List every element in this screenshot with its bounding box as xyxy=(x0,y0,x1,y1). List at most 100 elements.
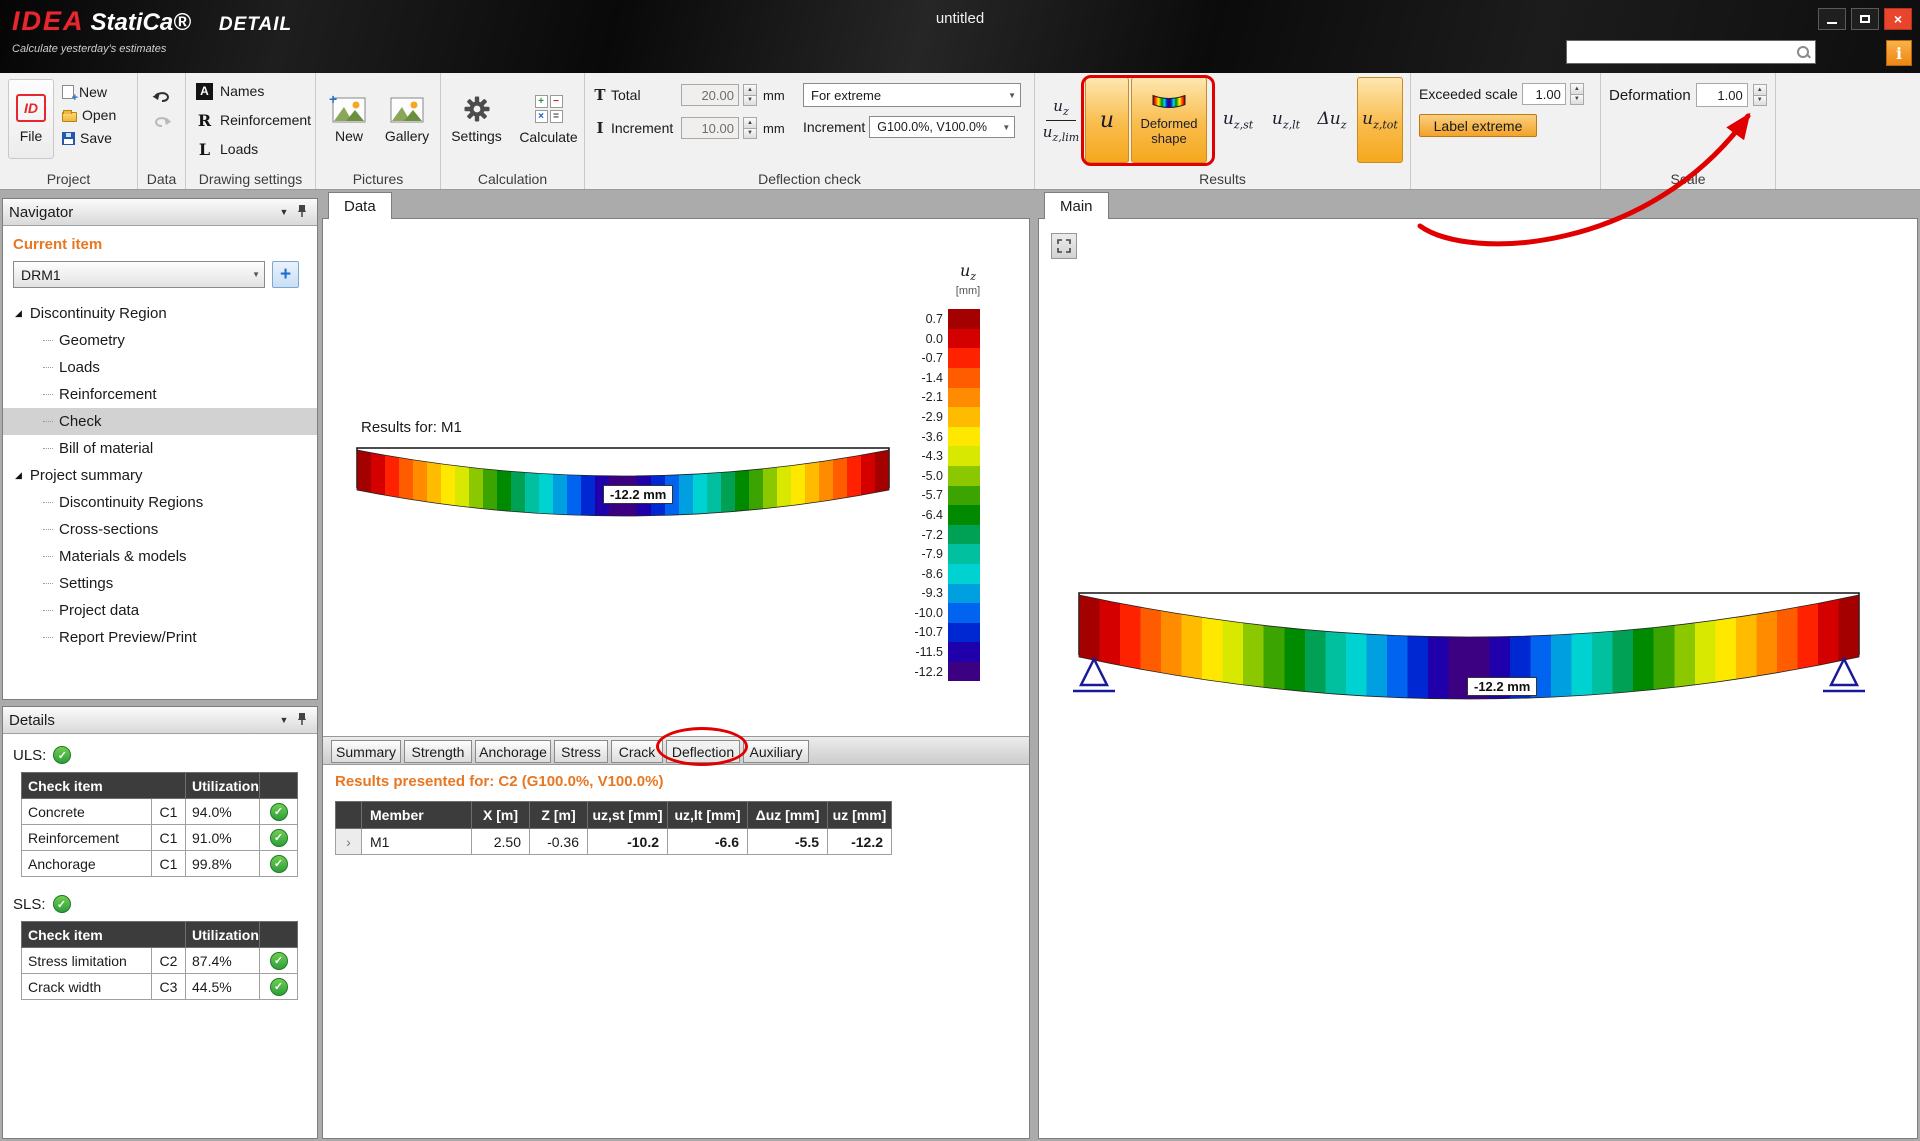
check-row[interactable]: Crack widthC344.5%✓ xyxy=(22,974,298,1000)
tab-crack[interactable]: Crack xyxy=(611,740,663,763)
search-input[interactable] xyxy=(1567,42,1795,62)
collapse-icon[interactable]: ▼ xyxy=(275,715,293,725)
nav-item-settings[interactable]: Settings xyxy=(3,570,317,597)
legend-entry: 0.7 xyxy=(898,309,1008,329)
tab-data[interactable]: Data xyxy=(328,192,392,219)
redo-button[interactable] xyxy=(152,114,172,131)
tab-auxiliary[interactable]: Auxiliary xyxy=(743,740,809,763)
legend-swatch xyxy=(948,486,980,506)
uztot-button[interactable]: uz,tot xyxy=(1357,77,1403,163)
close-button[interactable]: × xyxy=(1884,8,1912,30)
tree-guide xyxy=(43,421,53,422)
u-deflection-button[interactable]: u xyxy=(1085,77,1129,163)
increment-combo[interactable]: G100.0%, V100.0% ▼ xyxy=(869,116,1015,138)
group-label-deflection-check: Deflection check xyxy=(585,171,1034,187)
nav-item-cross-sections[interactable]: Cross-sections xyxy=(3,516,317,543)
total-spinner[interactable]: ▲▼ xyxy=(743,84,757,106)
data-canvas[interactable]: uz [mm] 0.70.0-0.7-1.4-2.1-2.9-3.6-4.3-5… xyxy=(323,219,1029,736)
maximize-button[interactable] xyxy=(1851,8,1879,30)
check-row[interactable]: ConcreteC194.0%✓ xyxy=(22,799,298,825)
ribbon-group-drawing-settings: ANames RReinforcement LLoads Drawing set… xyxy=(186,73,316,189)
result-row[interactable]: ›M12.50-0.36-10.2-6.6-5.5-12.2 xyxy=(336,829,892,855)
nav-item-bill-of-material[interactable]: Bill of material xyxy=(3,435,317,462)
tab-deflection[interactable]: Deflection xyxy=(666,740,740,763)
uz-ratio-button[interactable]: uz uz,lim xyxy=(1039,77,1083,163)
pin-icon[interactable] xyxy=(293,204,311,220)
tab-main[interactable]: Main xyxy=(1044,192,1109,219)
file-button[interactable]: ID File xyxy=(8,79,54,159)
new-picture-button[interactable]: + New xyxy=(323,77,375,163)
info-button[interactable]: i xyxy=(1886,40,1912,66)
pin-icon[interactable] xyxy=(293,712,311,728)
nav-item-discontinuity-region[interactable]: ◢Discontinuity Region xyxy=(3,300,317,327)
nav-item-geometry[interactable]: Geometry xyxy=(3,327,317,354)
nav-item-project-summary[interactable]: ◢Project summary xyxy=(3,462,317,489)
legend-entry: -0.7 xyxy=(898,348,1008,368)
label-extreme-button[interactable]: Label extreme xyxy=(1419,114,1537,137)
deformation-input[interactable]: 1.00 xyxy=(1696,83,1748,107)
uzlt-button[interactable]: uz,lt xyxy=(1263,77,1309,163)
extreme-combo[interactable]: For extreme ▼ xyxy=(803,83,1021,107)
add-item-button[interactable]: + xyxy=(272,261,299,288)
nav-item-check[interactable]: Check xyxy=(3,408,317,435)
exceeded-scale-spinner[interactable]: ▲▼ xyxy=(1570,83,1584,105)
tab-anchorage[interactable]: Anchorage xyxy=(475,740,551,763)
tree-expander-icon[interactable]: ◢ xyxy=(15,470,22,481)
tab-summary[interactable]: Summary xyxy=(331,740,401,763)
check-row[interactable]: AnchorageC199.8%✓ xyxy=(22,851,298,877)
calculate-button[interactable]: +−×= Calculate xyxy=(517,77,581,163)
tree-expander-icon[interactable]: ◢ xyxy=(15,308,22,319)
navigator-panel: Navigator ▼ Current item DRM1 ▼ + ◢Disco… xyxy=(2,198,318,700)
main-canvas[interactable]: -12.2 mm xyxy=(1039,219,1917,1138)
uzst-button[interactable]: uz,st xyxy=(1215,77,1261,163)
tab-stress[interactable]: Stress xyxy=(554,740,608,763)
row-expander-icon[interactable]: › xyxy=(336,829,362,855)
main-panel: Main -12.2 mm xyxy=(1038,190,1918,1139)
deformed-shape-icon xyxy=(1151,93,1187,113)
undo-button[interactable] xyxy=(152,89,172,106)
document-title: untitled xyxy=(0,10,1920,27)
total-icon: T xyxy=(593,86,607,104)
nav-item-materials-models[interactable]: Materials & models xyxy=(3,543,317,570)
nav-item-discontinuity-regions[interactable]: Discontinuity Regions xyxy=(3,489,317,516)
spin-up-icon: ▲ xyxy=(743,84,757,96)
legend-swatch xyxy=(948,642,980,662)
search-icon[interactable] xyxy=(1795,44,1811,60)
reinforcement-toggle[interactable]: RReinforcement xyxy=(196,109,315,131)
result-table-header: MemberX [m]Z [m]uz,st [mm]uz,lt [mm]Δuz … xyxy=(336,802,892,829)
new-project-button[interactable]: New xyxy=(58,82,120,102)
collapse-icon[interactable]: ▼ xyxy=(275,207,293,217)
legend-swatch xyxy=(948,427,980,447)
sls-check-table: Check itemUtilizationStress limitationC2… xyxy=(21,921,298,1000)
tab-strength[interactable]: Strength xyxy=(404,740,472,763)
names-toggle[interactable]: ANames xyxy=(196,80,315,102)
open-project-button[interactable]: Open xyxy=(58,105,120,125)
nav-item-label: Settings xyxy=(59,575,113,592)
exceeded-scale-input[interactable]: 1.00 xyxy=(1522,83,1566,105)
nav-item-loads[interactable]: Loads xyxy=(3,354,317,381)
save-project-button[interactable]: Save xyxy=(58,128,120,148)
check-row[interactable]: Stress limitationC287.4%✓ xyxy=(22,948,298,974)
minimize-button[interactable] xyxy=(1818,8,1846,30)
gallery-button[interactable]: Gallery xyxy=(381,77,433,163)
value-cell: -0.36 xyxy=(530,829,588,855)
nav-item-project-data[interactable]: Project data xyxy=(3,597,317,624)
tree-guide xyxy=(43,556,53,557)
deformed-shape-button[interactable]: Deformed shape xyxy=(1131,77,1207,163)
settings-button[interactable]: Settings xyxy=(445,77,509,163)
reinforcement-label: Reinforcement xyxy=(220,112,311,128)
nav-item-report-preview-print[interactable]: Report Preview/Print xyxy=(3,624,317,651)
fit-view-button[interactable] xyxy=(1051,233,1077,259)
check-row[interactable]: ReinforcementC191.0%✓ xyxy=(22,825,298,851)
increment-spinner[interactable]: ▲▼ xyxy=(743,117,757,139)
tree-guide xyxy=(43,610,53,611)
total-input[interactable]: 20.00 xyxy=(681,84,739,106)
loads-toggle[interactable]: LLoads xyxy=(196,138,315,160)
increment-input[interactable]: 10.00 xyxy=(681,117,739,139)
save-disk-icon xyxy=(62,132,75,145)
deformation-spinner[interactable]: ▲▼ xyxy=(1753,84,1767,106)
delta-uz-button[interactable]: Δuz xyxy=(1311,77,1353,163)
legend-swatch xyxy=(948,544,980,564)
current-item-combo[interactable]: DRM1 ▼ xyxy=(13,261,265,288)
nav-item-reinforcement[interactable]: Reinforcement xyxy=(3,381,317,408)
